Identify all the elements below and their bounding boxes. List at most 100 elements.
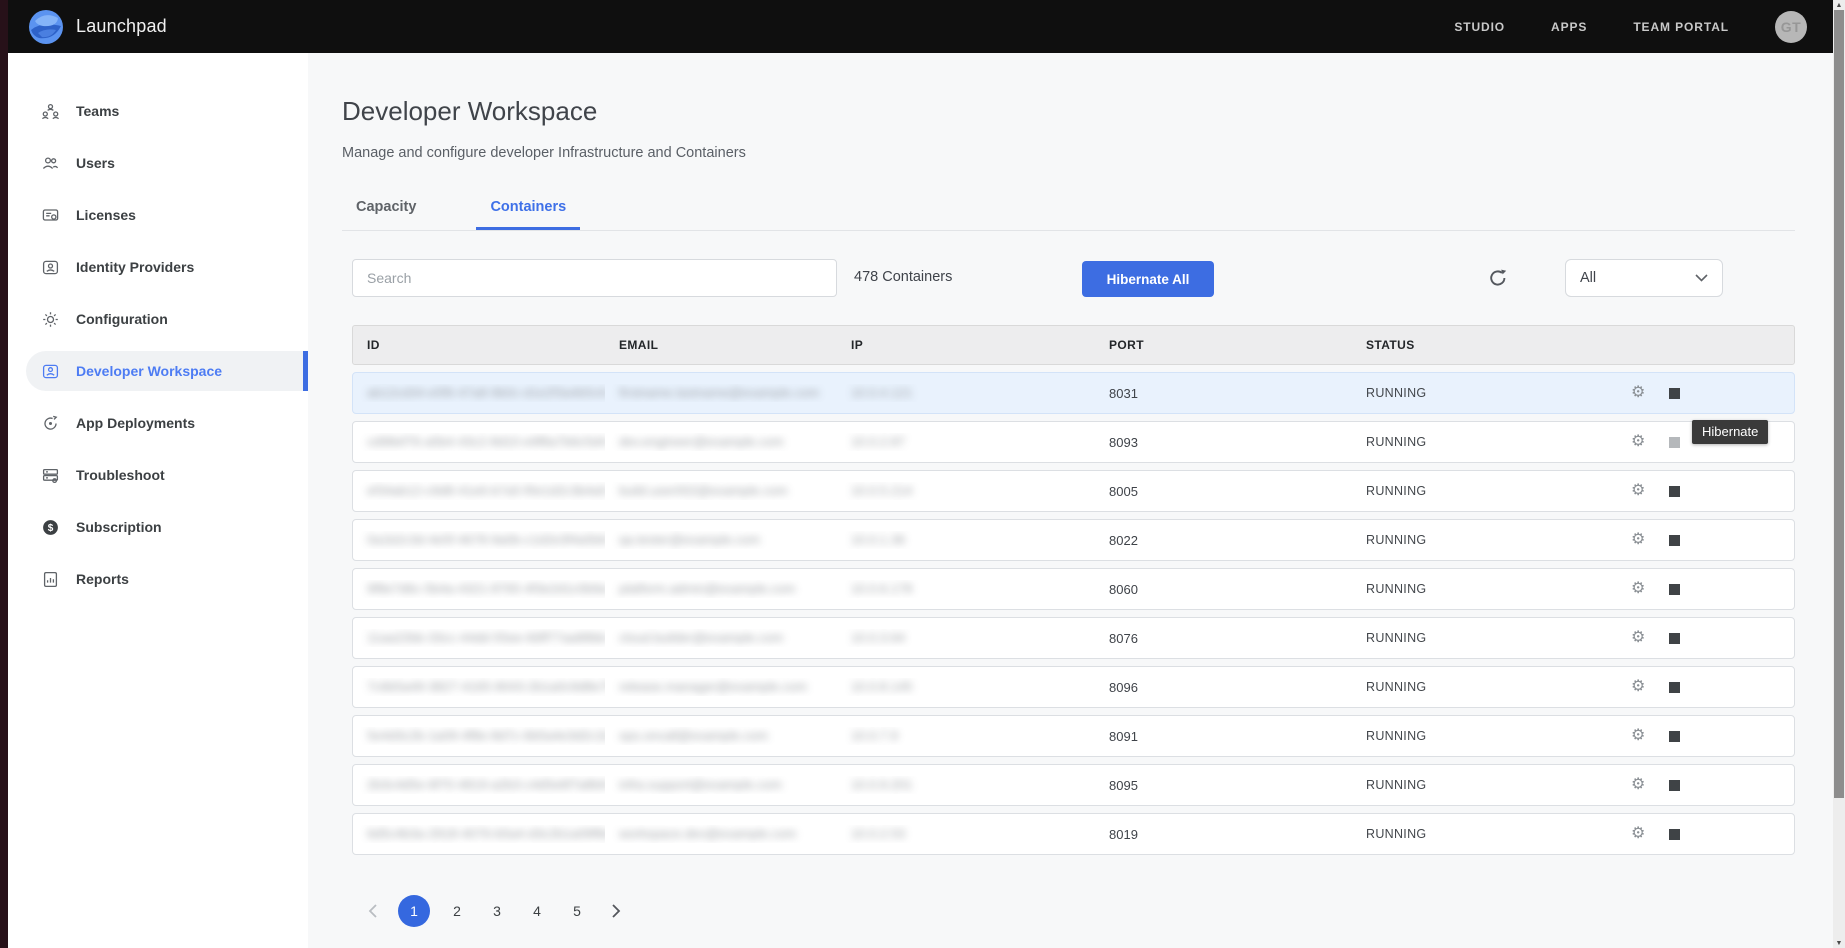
container-ip-redacted: 10.0.2.53 xyxy=(851,826,905,841)
container-email-redacted: firstname.lastname@example.com xyxy=(619,385,819,400)
sidebar-item-label: Reports xyxy=(76,571,129,587)
column-header-status: STATUS xyxy=(1352,338,1629,352)
settings-gear-icon[interactable]: ⚙ xyxy=(1631,532,1645,548)
stop-icon[interactable] xyxy=(1669,584,1680,595)
column-header-email: EMAIL xyxy=(605,338,837,352)
column-header-port: PORT xyxy=(1095,338,1352,352)
container-status: RUNNING xyxy=(1352,533,1629,547)
sidebar-item-troubleshoot[interactable]: Troubleshoot xyxy=(26,455,308,495)
table-row[interactable]: 7c6b5a49-3827-4165-9043-2b1a0c9d8e7f-073… xyxy=(352,666,1795,708)
settings-gear-icon[interactable]: ⚙ xyxy=(1631,385,1645,401)
sidebar-item-app-deployments[interactable]: App Deployments xyxy=(26,403,308,443)
launchpad-logo-icon xyxy=(28,9,64,45)
sidebar-item-reports[interactable]: Reports xyxy=(26,559,308,599)
scrollbar-thumb[interactable] xyxy=(1834,10,1844,798)
container-status: RUNNING xyxy=(1352,827,1629,841)
scrollbar-down-arrow[interactable]: ▼ xyxy=(1833,938,1845,948)
page-number-4[interactable]: 4 xyxy=(524,898,550,924)
scrollbar-up-arrow[interactable]: ▲ xyxy=(1833,0,1845,10)
app-deployments-icon xyxy=(40,413,60,433)
brand: Launchpad xyxy=(28,9,167,45)
identity-providers-icon xyxy=(40,257,60,277)
stop-icon[interactable] xyxy=(1669,633,1680,644)
container-email-redacted: cloud.builder@example.com xyxy=(619,630,783,645)
stop-icon[interactable] xyxy=(1669,535,1680,546)
container-port: 8076 xyxy=(1095,631,1352,646)
table-row[interactable]: ef34ab12-c9d8-41e6-b7a5-f0e1d2c3b4a5-030… xyxy=(352,470,1795,512)
chevron-down-icon xyxy=(1695,274,1708,282)
page-subtitle: Manage and configure developer Infrastru… xyxy=(342,145,1795,161)
container-port: 8093 xyxy=(1095,435,1352,450)
container-email-redacted: qa.tester@example.com xyxy=(619,532,760,547)
container-port: 8031 xyxy=(1095,386,1352,401)
page-number-5[interactable]: 5 xyxy=(564,898,590,924)
sidebar-item-label: Configuration xyxy=(76,311,168,327)
user-avatar[interactable]: GT xyxy=(1775,11,1807,43)
table-row[interactable]: 0a1b2c3d-4e5f-4678-9a0b-c1d2e3f4a5b6-041… xyxy=(352,519,1795,561)
stop-icon[interactable] xyxy=(1669,731,1680,742)
sidebar-item-identity-providers[interactable]: Identity Providers xyxy=(26,247,308,287)
topbar-link-team-portal[interactable]: TEAM PORTAL xyxy=(1633,20,1729,34)
container-ip-redacted: 10.0.7.9 xyxy=(851,728,898,743)
refresh-icon[interactable] xyxy=(1487,267,1509,289)
toolbar: 478 Containers Hibernate All All xyxy=(342,259,1795,299)
page-number-3[interactable]: 3 xyxy=(484,898,510,924)
container-id-redacted: 2b3c4d5e-6f70-4819-a2b3-c4d5e6f7a8b9-090… xyxy=(367,777,605,792)
users-icon xyxy=(40,153,60,173)
chevron-right-icon[interactable] xyxy=(604,899,628,923)
settings-gear-icon[interactable]: ⚙ xyxy=(1631,434,1645,450)
topbar: Launchpad STUDIO APPS TEAM PORTAL GT xyxy=(0,0,1845,53)
container-ip-redacted: 10.0.1.36 xyxy=(851,532,905,547)
container-ip-redacted: 10.0.4.121 xyxy=(851,385,912,400)
sidebar-item-users[interactable]: Users xyxy=(26,143,308,183)
table-row[interactable]: 5e4d3c2b-1a09-4f8e-8d7c-6b5a4e3d2c1b-081… xyxy=(352,715,1795,757)
table-row[interactable]: cd98ef76-a5b4-43c2-8d10-e9f8a7b6c5d4-012… xyxy=(352,421,1795,463)
troubleshoot-icon xyxy=(40,465,60,485)
stop-icon[interactable] xyxy=(1669,780,1680,791)
topbar-link-studio[interactable]: STUDIO xyxy=(1454,20,1505,34)
scrollbar[interactable]: ▲ ▼ xyxy=(1833,0,1845,948)
settings-gear-icon[interactable]: ⚙ xyxy=(1631,581,1645,597)
licenses-icon xyxy=(40,205,60,225)
table-header: ID EMAIL IP PORT STATUS xyxy=(352,325,1795,365)
settings-gear-icon[interactable]: ⚙ xyxy=(1631,777,1645,793)
tab-capacity[interactable]: Capacity xyxy=(342,189,430,230)
settings-gear-icon[interactable]: ⚙ xyxy=(1631,483,1645,499)
sidebar-item-label: App Deployments xyxy=(76,415,195,431)
container-port: 8095 xyxy=(1095,778,1352,793)
sidebar-item-label: Troubleshoot xyxy=(76,467,165,483)
hibernate-all-button[interactable]: Hibernate All xyxy=(1082,261,1214,297)
settings-gear-icon[interactable]: ⚙ xyxy=(1631,728,1645,744)
container-port: 8005 xyxy=(1095,484,1352,499)
sidebar-item-configuration[interactable]: Configuration xyxy=(26,299,308,339)
sidebar-item-developer-workspace[interactable]: Developer Workspace xyxy=(26,351,308,391)
table-row[interactable]: 6d5c4b3a-2918-4076-b5a4-d3c2b1a09f8e-104… xyxy=(352,813,1795,855)
window-edge-strip xyxy=(0,0,8,948)
container-port: 8060 xyxy=(1095,582,1352,597)
search-input[interactable] xyxy=(352,259,837,297)
settings-gear-icon[interactable]: ⚙ xyxy=(1631,826,1645,842)
stop-icon[interactable] xyxy=(1669,388,1680,399)
sidebar-item-licenses[interactable]: Licenses xyxy=(26,195,308,235)
container-port: 8091 xyxy=(1095,729,1352,744)
chevron-left-icon[interactable] xyxy=(360,899,384,923)
table-row[interactable]: 2b3c4d5e-6f70-4819-a2b3-c4d5e6f7a8b9-090… xyxy=(352,764,1795,806)
container-status: RUNNING xyxy=(1352,680,1629,694)
table-row[interactable]: 11aa22bb-33cc-44dd-55ee-66ff77aa88bb-062… xyxy=(352,617,1795,659)
topbar-link-apps[interactable]: APPS xyxy=(1551,20,1587,34)
tab-containers[interactable]: Containers xyxy=(476,189,580,230)
page-number-1[interactable]: 1 xyxy=(398,895,430,927)
settings-gear-icon[interactable]: ⚙ xyxy=(1631,630,1645,646)
stop-icon[interactable] xyxy=(1669,829,1680,840)
container-port: 8022 xyxy=(1095,533,1352,548)
settings-gear-icon[interactable]: ⚙ xyxy=(1631,679,1645,695)
sidebar-item-teams[interactable]: Teams xyxy=(26,91,308,131)
page-number-2[interactable]: 2 xyxy=(444,898,470,924)
table-row[interactable]: ab12cd34-e5f6-47a8-9b0c-d1e2f3a4b5c6-009… xyxy=(352,372,1795,414)
stop-icon[interactable] xyxy=(1669,682,1680,693)
filter-dropdown[interactable]: All xyxy=(1565,259,1723,297)
stop-icon[interactable] xyxy=(1669,486,1680,497)
sidebar-item-subscription[interactable]: $ Subscription xyxy=(26,507,308,547)
stop-icon[interactable] xyxy=(1669,437,1680,448)
table-row[interactable]: 9f8e7d6c-5b4a-4321-8765-4f3e2d1c0b9a-055… xyxy=(352,568,1795,610)
